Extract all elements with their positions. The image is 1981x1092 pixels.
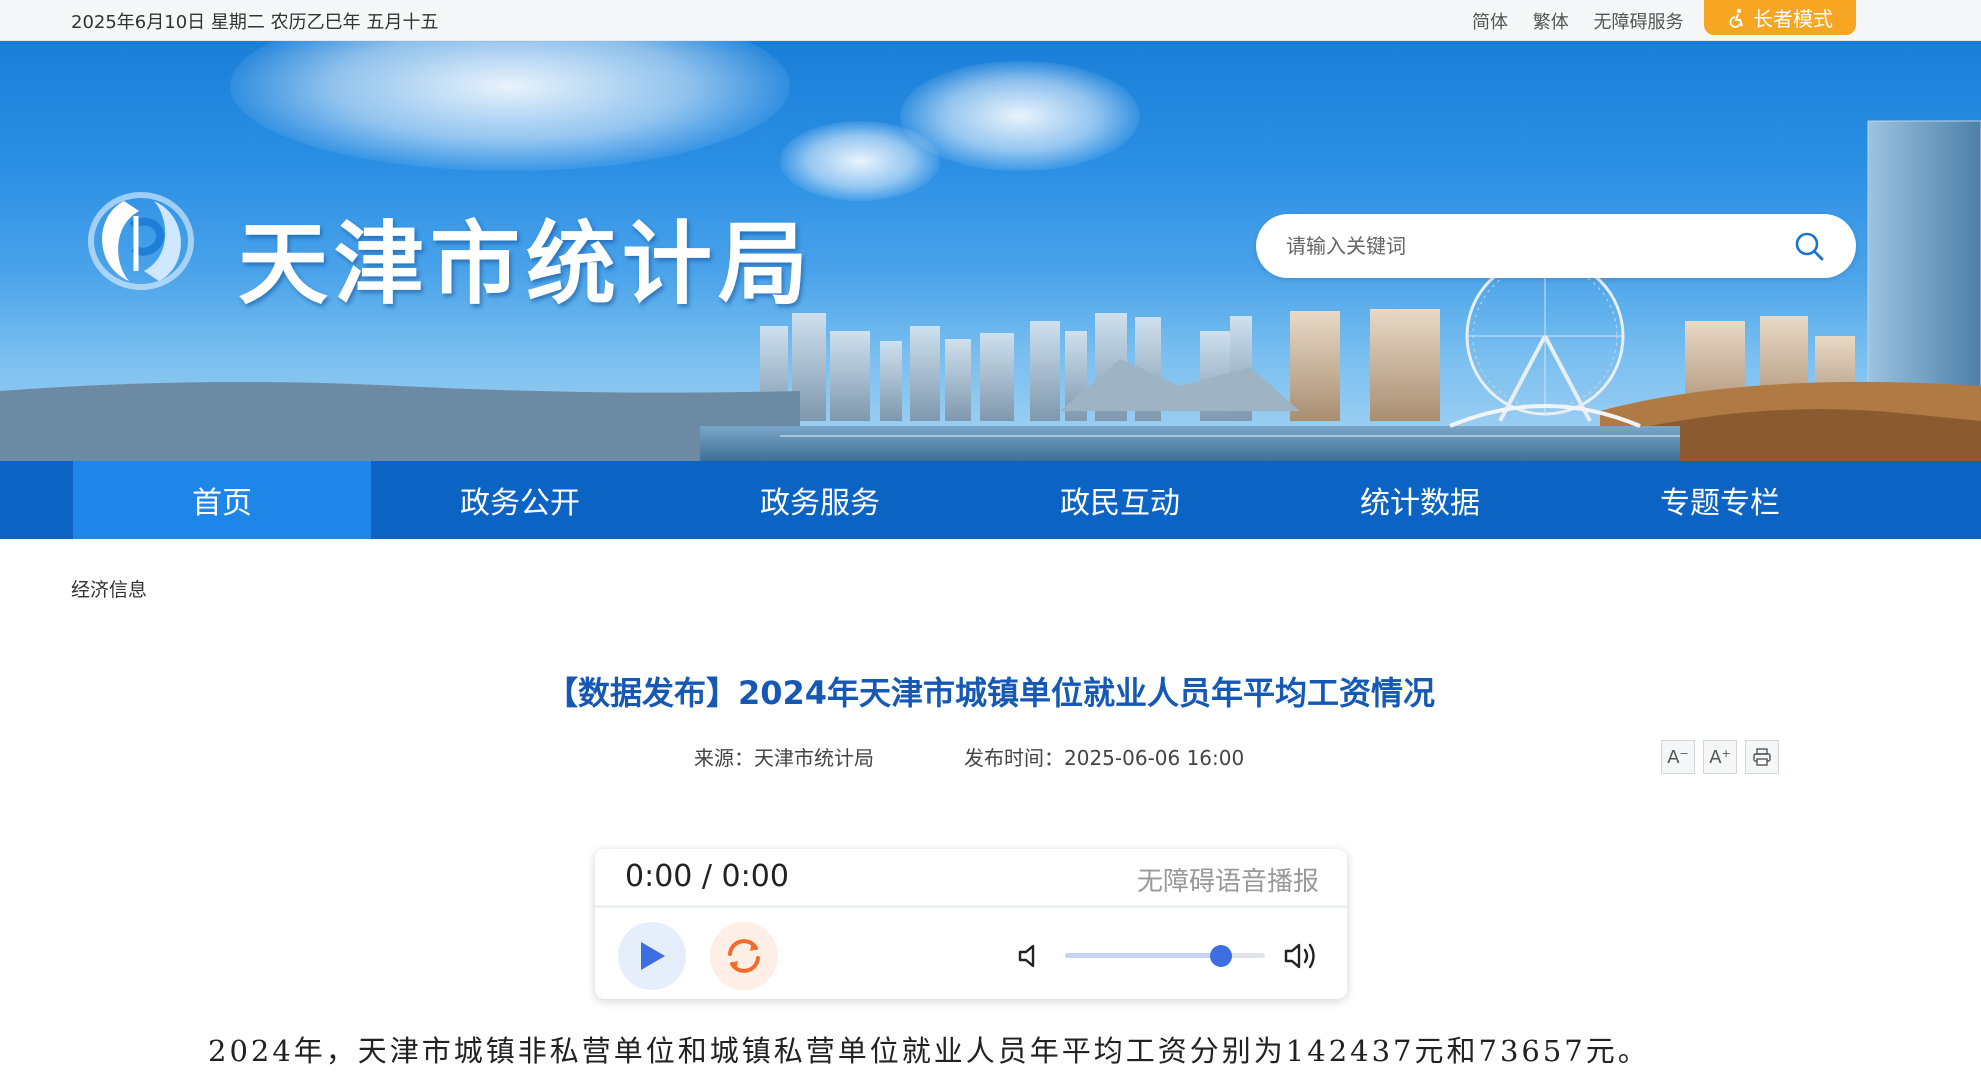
header-banner: 天津市统计局: [0, 41, 1981, 461]
audio-player: 0:00 / 0:00 无障碍语音播报: [595, 849, 1347, 999]
replay-icon: [728, 939, 760, 973]
volume-slider[interactable]: [1065, 945, 1265, 967]
font-decrease-button[interactable]: A −: [1661, 740, 1695, 774]
search-icon[interactable]: [1792, 229, 1826, 263]
simplified-chinese-link[interactable]: 简体: [1472, 12, 1508, 33]
volume-slider-fill: [1065, 953, 1221, 958]
volume-slider-handle[interactable]: [1210, 945, 1232, 967]
nav-item-government-affairs[interactable]: 政务公开: [371, 461, 669, 539]
top-links: 简体 繁体 无障碍服务: [1472, 8, 1702, 34]
logo-icon: [88, 192, 194, 290]
player-label: 无障碍语音播报: [1136, 867, 1319, 897]
article-paragraph: 2024年，天津市城镇非私营单位和城镇私营单位就业人员年平均工资分别为14243…: [208, 1034, 1650, 1068]
traditional-chinese-link[interactable]: 繁体: [1533, 12, 1569, 33]
elder-mode-button[interactable]: 长者模式: [1704, 0, 1856, 35]
volume-high-icon[interactable]: [1283, 939, 1321, 973]
print-icon: [1753, 748, 1771, 766]
accessibility-service-link[interactable]: 无障碍服务: [1593, 12, 1683, 33]
search-box: [1256, 214, 1856, 278]
player-time: 0:00 / 0:00: [625, 859, 789, 894]
elder-mode-label: 长者模式: [1753, 7, 1833, 31]
nav-item-government-services[interactable]: 政务服务: [671, 461, 969, 539]
article-publish-time: 发布时间：2025-06-06 16:00: [964, 746, 1245, 770]
article-source: 来源：天津市统计局: [694, 746, 874, 770]
player-divider: [595, 905, 1347, 908]
top-bar: 2025年6月10日 星期二 农历乙巳年 五月十五 简体 繁体 无障碍服务 长者…: [0, 0, 1981, 41]
current-date: 2025年6月10日 星期二 农历乙巳年 五月十五: [71, 12, 439, 33]
nav-item-home[interactable]: 首页: [73, 461, 371, 539]
nav-item-special-topics[interactable]: 专题专栏: [1571, 461, 1869, 539]
main-nav: 首页 政务公开 政务服务 政民互动 统计数据 专题专栏: [0, 461, 1981, 539]
nav-item-statistics[interactable]: 统计数据: [1271, 461, 1569, 539]
volume-low-icon[interactable]: [1015, 941, 1045, 971]
play-icon: [641, 942, 665, 970]
article-title: 【数据发布】2024年天津市城镇单位就业人员年平均工资情况: [545, 674, 1436, 712]
accessibility-icon: [1729, 8, 1743, 28]
play-button[interactable]: [618, 922, 686, 990]
font-decrease-label: A: [1667, 746, 1680, 768]
replay-button[interactable]: [710, 922, 778, 990]
search-input[interactable]: [1286, 230, 1766, 262]
site-title: 天津市统计局: [238, 212, 814, 317]
site-logo[interactable]: [84, 186, 199, 296]
font-increase-button[interactable]: A +: [1703, 740, 1737, 774]
nav-item-public-interaction[interactable]: 政民互动: [971, 461, 1269, 539]
breadcrumb[interactable]: 经济信息: [71, 575, 147, 602]
print-button[interactable]: [1745, 740, 1779, 774]
font-increase-label: A: [1709, 746, 1722, 768]
